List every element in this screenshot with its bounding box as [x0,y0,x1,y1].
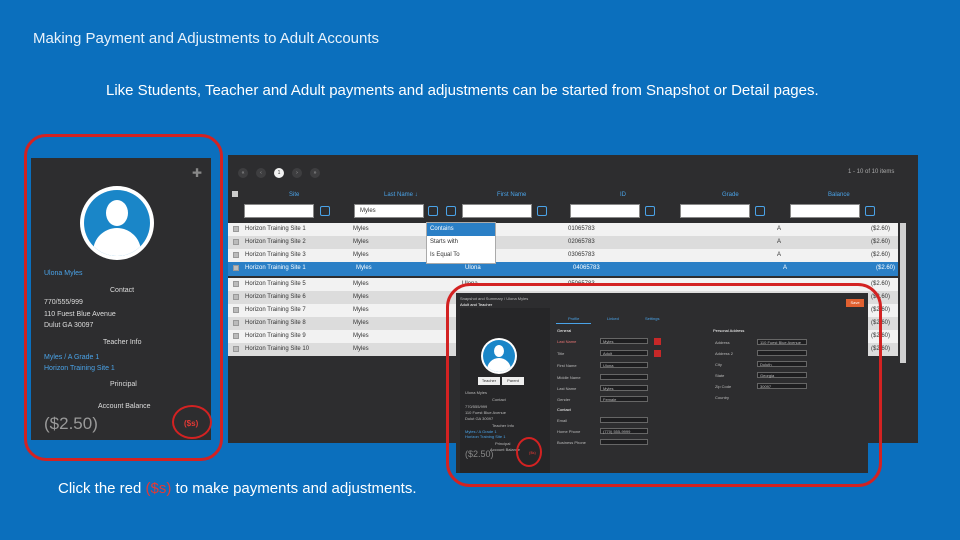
menu-item-contains[interactable]: Contains [427,223,495,236]
cell-grade: A [783,265,788,271]
cell-id: 02065783 [568,239,595,245]
cell-balance: ($2.60) [871,239,891,245]
row-checkbox[interactable] [233,320,239,326]
cell-balance: ($2.60) [871,252,891,258]
cell-last-name: Myles [353,333,369,339]
cell-last-name: Myles [353,239,369,245]
cell-site: Horizon Training Site 3 [245,252,306,258]
cell-site: Horizon Training Site 1 [245,226,306,232]
slide-subtitle: Like Students, Teacher and Adult payment… [106,82,819,99]
filter-icon-balance[interactable] [865,206,875,216]
row-checkbox[interactable] [233,226,239,232]
cell-last-name: Myles [356,265,372,271]
column-header-id[interactable]: ID [620,192,626,198]
cell-last-name: Myles [353,226,369,232]
highlight-circle-detail-payment-button [516,437,542,467]
table-row[interactable]: Horizon Training Site 3 Myles 03065783 A ($2… [228,249,898,262]
cell-balance: ($2.60) [876,265,896,271]
cell-id: 04065783 [573,265,600,271]
cell-grade: A [777,252,782,258]
filter-input-id[interactable] [570,204,640,218]
filter-icon-first-name[interactable] [537,206,547,216]
row-checkbox[interactable] [233,265,239,271]
highlight-circle-payment-button [172,405,212,439]
row-checkbox[interactable] [233,281,239,287]
column-header-last-name[interactable]: Last Name ↓ [384,192,418,198]
cell-last-name: Myles [353,307,369,313]
pager-prev-button[interactable]: ‹ [256,168,266,178]
filter-icon-site[interactable] [320,206,330,216]
pager-items-count: 1 - 10 of 10 items [848,169,895,175]
pager-last-button[interactable]: » [310,168,320,178]
filter-input-first-name[interactable] [462,204,532,218]
table-row[interactable]: Horizon Training Site 1 Myles 01065783 A ($2… [228,223,898,236]
pager-first-button[interactable]: « [238,168,248,178]
filter-clear-icon-last-name[interactable] [446,206,456,216]
pager-next-button[interactable]: › [292,168,302,178]
row-checkbox[interactable] [233,239,239,245]
menu-item-starts-with[interactable]: Starts with [427,236,495,249]
highlight-circle-detail [446,283,882,487]
row-checkbox[interactable] [233,294,239,300]
menu-item-is-equal-to[interactable]: Is Equal To [427,249,495,262]
filter-icon-last-name[interactable] [428,206,438,216]
table-row[interactable]: Horizon Training Site 2 Myles 02065783 A ($2… [228,236,898,249]
slide-title: Making Payment and Adjustments to Adult … [33,30,380,47]
cell-last-name: Myles [353,320,369,326]
pager-page-1[interactable]: 1 [274,168,284,178]
filter-icon-id[interactable] [645,206,655,216]
filter-input-grade[interactable] [680,204,750,218]
select-all-checkbox[interactable] [232,191,238,197]
filter-input-balance[interactable] [790,204,860,218]
cell-site: Horizon Training Site 9 [245,333,306,339]
cell-site: Horizon Training Site 2 [245,239,306,245]
row-checkbox[interactable] [233,333,239,339]
grid-scrollbar[interactable] [900,223,906,363]
cell-site: Horizon Training Site 10 [245,346,310,352]
cell-last-name: Myles [353,346,369,352]
column-header-grade[interactable]: Grade [722,192,739,198]
cell-grade: A [777,226,782,232]
column-header-balance[interactable]: Balance [828,192,850,198]
filter-operator-menu: Contains Starts with Is Equal To [426,222,496,264]
footer-red-text: ($s) [145,480,172,497]
cell-grade: A [777,239,782,245]
cell-last-name: Myles [353,281,369,287]
cell-id: 01065783 [568,226,595,232]
column-header-site[interactable]: Site [289,192,299,198]
cell-site: Horizon Training Site 7 [245,307,306,313]
filter-input-site[interactable] [244,204,314,218]
filter-input-last-name[interactable]: Myles [354,204,424,218]
slide-footer: Click the red ($s) to make payments and … [58,480,417,497]
table-row-selected[interactable]: Horizon Training Site 1 Myles Ulona 0406578… [228,262,898,276]
cell-site: Horizon Training Site 8 [245,320,306,326]
cell-site: Horizon Training Site 5 [245,281,306,287]
cell-id: 03065783 [568,252,595,258]
filter-icon-grade[interactable] [755,206,765,216]
row-checkbox[interactable] [233,307,239,313]
cell-balance: ($2.60) [871,226,891,232]
column-header-first-name[interactable]: First Name [497,192,526,198]
cell-site: Horizon Training Site 1 [245,265,306,271]
footer-prefix: Click the red [58,480,146,497]
footer-suffix: to make payments and adjustments. [171,480,417,497]
cell-last-name: Myles [353,294,369,300]
cell-site: Horizon Training Site 6 [245,294,306,300]
cell-last-name: Myles [353,252,369,258]
row-checkbox[interactable] [233,252,239,258]
cell-first-name: Ulona [465,265,481,271]
cell-balance: ($2.60) [871,281,891,287]
row-checkbox[interactable] [233,346,239,352]
